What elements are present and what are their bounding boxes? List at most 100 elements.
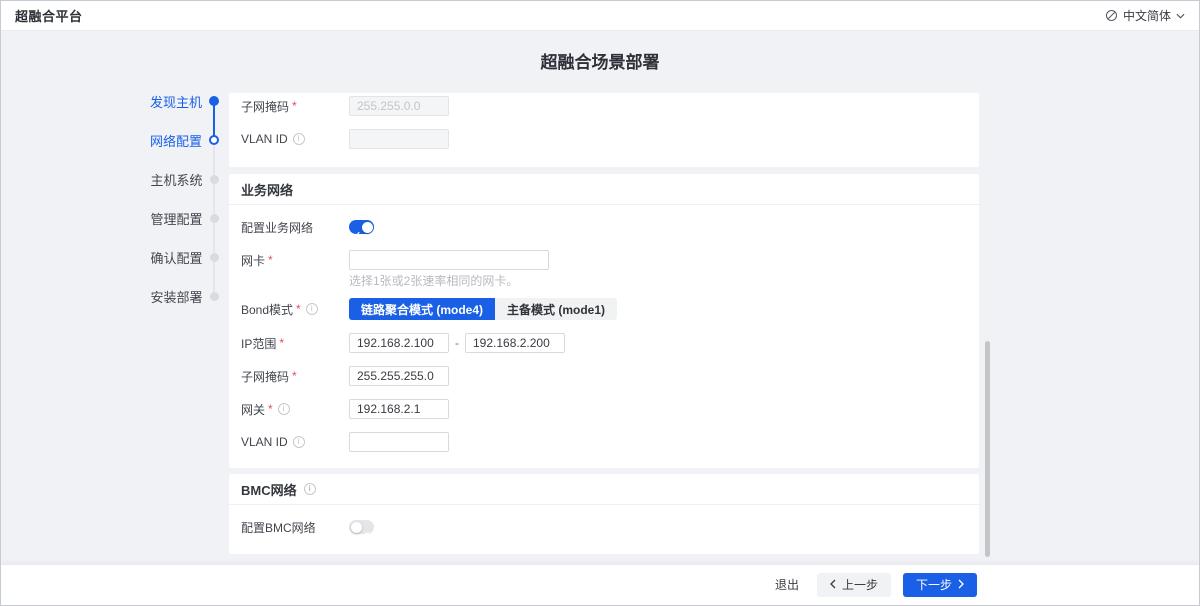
- field-label: 网卡 *: [241, 252, 349, 269]
- ip-range-separator: -: [455, 336, 459, 350]
- field-label-text: 网卡: [241, 252, 265, 269]
- chevron-down-icon: [1176, 13, 1185, 19]
- exit-button[interactable]: 退出: [769, 573, 805, 597]
- card-business-network: 业务网络 配置业务网络 网卡 *: [229, 174, 979, 468]
- bmc-network-form: 配置BMC网络: [229, 505, 979, 537]
- field-label: IP范围 *: [241, 335, 349, 352]
- field-label-text: 配置业务网络: [241, 219, 313, 236]
- page-title: 超融合场景部署: [1, 48, 1199, 73]
- next-step-button[interactable]: 下一步: [903, 573, 977, 597]
- mgmt-vlan-id-input: [349, 129, 449, 149]
- step-label: 网络配置: [150, 131, 202, 150]
- form-row-subnet-mask: 子网掩码 *: [241, 366, 967, 386]
- section-title-bmc-network: BMC网络 i: [229, 474, 979, 505]
- gateway-input[interactable]: [349, 399, 449, 419]
- field-label-text: Bond模式: [241, 301, 293, 318]
- step-item-install-deploy[interactable]: 安装部署: [147, 289, 219, 303]
- step-item-management-config[interactable]: 管理配置: [147, 211, 219, 225]
- step-item-network-config[interactable]: 网络配置: [147, 133, 219, 147]
- bmc-network-toggle[interactable]: [349, 520, 374, 534]
- form-row-gateway: 网关 * i: [241, 399, 967, 419]
- step-label: 安装部署: [150, 287, 202, 306]
- language-globe-icon: [1105, 9, 1118, 22]
- card-bmc-network: BMC网络 i 配置BMC网络: [229, 474, 979, 554]
- topbar: 超融合平台 中文简体: [1, 1, 1199, 31]
- step-dot-current: [209, 135, 219, 145]
- field-label: VLAN ID i: [241, 132, 349, 146]
- deployment-wizard-app: 超融合平台 中文简体 超融合场景部署 发现主机 网络配置 主机系统: [0, 0, 1200, 606]
- field-label: Bond模式 * i: [241, 301, 349, 318]
- business-subnet-mask-input[interactable]: [349, 366, 449, 386]
- business-vlan-id-input[interactable]: [349, 432, 449, 452]
- info-icon[interactable]: i: [306, 303, 318, 315]
- form-row-ip-range: IP范围 * -: [241, 333, 967, 353]
- brand-logo: 超融合平台: [15, 6, 83, 25]
- chevron-left-icon: [830, 579, 836, 591]
- toggle-knob: [362, 222, 373, 233]
- stepper-line: [213, 101, 215, 296]
- field-label-text: VLAN ID: [241, 435, 288, 449]
- check-icon: [354, 224, 360, 242]
- field-label: 子网掩码 *: [241, 368, 349, 385]
- business-network-form: 配置业务网络 网卡 * 选择1张或2张速率相同的网卡。: [229, 205, 979, 452]
- required-asterisk: *: [279, 336, 284, 350]
- wizard-stepper: 发现主机 网络配置 主机系统 管理配置 确认配置 安装部署: [147, 94, 219, 328]
- info-icon[interactable]: i: [293, 436, 305, 448]
- toggle-knob: [351, 522, 362, 533]
- step-label: 确认配置: [150, 248, 202, 267]
- section-title-text: BMC网络: [241, 480, 297, 499]
- field-label-text: 子网掩码: [241, 368, 289, 385]
- section-title-business-network: 业务网络: [229, 174, 979, 205]
- info-icon[interactable]: i: [278, 403, 290, 415]
- chevron-right-icon: [958, 579, 964, 591]
- field-label-text: 网关: [241, 401, 265, 418]
- step-dot-pending: [210, 214, 219, 223]
- form-row-nic: 网卡 *: [241, 250, 967, 270]
- ip-range-start-input[interactable]: [349, 333, 449, 353]
- field-label: 配置BMC网络: [241, 519, 349, 536]
- field-label-text: 子网掩码: [241, 98, 289, 115]
- form-row-bmc-toggle: 配置BMC网络: [241, 517, 967, 537]
- section-title-text: 业务网络: [241, 180, 293, 199]
- ip-range-end-input[interactable]: [465, 333, 565, 353]
- field-label: 子网掩码 *: [241, 98, 349, 115]
- bond-mode1-button[interactable]: 主备模式 (mode1): [495, 298, 617, 320]
- required-asterisk: *: [292, 99, 297, 113]
- bond-mode4-button[interactable]: 链路聚合模式 (mode4): [349, 298, 495, 320]
- form-row-vlan-id: VLAN ID i: [241, 129, 967, 149]
- step-item-host-system[interactable]: 主机系统: [147, 172, 219, 186]
- scrollbar-thumb[interactable]: [985, 341, 990, 557]
- bond-mode-group: 链路聚合模式 (mode4) 主备模式 (mode1): [349, 298, 617, 320]
- info-icon[interactable]: i: [304, 483, 316, 495]
- required-asterisk: *: [268, 253, 273, 267]
- required-asterisk: *: [296, 302, 301, 316]
- wizard-footer: 退出 上一步 下一步: [1, 565, 1199, 605]
- field-label-text: 配置BMC网络: [241, 519, 316, 536]
- field-label-text: IP范围: [241, 335, 276, 352]
- nic-input[interactable]: [349, 250, 549, 270]
- nic-helper-text: 选择1张或2张速率相同的网卡。: [349, 274, 967, 288]
- step-item-confirm-config[interactable]: 确认配置: [147, 250, 219, 264]
- info-icon[interactable]: i: [293, 133, 305, 145]
- required-asterisk: *: [292, 369, 297, 383]
- step-label: 主机系统: [150, 170, 202, 189]
- step-label: 发现主机: [150, 92, 202, 111]
- form-row-vlan-id: VLAN ID i: [241, 432, 967, 452]
- step-item-discover-hosts[interactable]: 发现主机: [147, 94, 219, 108]
- step-dot-pending: [210, 253, 219, 262]
- step-dot-done: [209, 96, 219, 106]
- required-asterisk: *: [268, 402, 273, 416]
- step-dot-pending: [210, 292, 219, 301]
- cross-icon: [364, 524, 370, 542]
- step-label: 管理配置: [150, 209, 202, 228]
- card-management-network: 子网掩码 * VLAN ID i: [229, 93, 979, 167]
- prev-step-button[interactable]: 上一步: [817, 573, 891, 597]
- form-row-business-toggle: 配置业务网络: [241, 217, 967, 237]
- business-network-toggle[interactable]: [349, 220, 374, 234]
- prev-step-label: 上一步: [842, 579, 878, 591]
- language-label: 中文简体: [1123, 7, 1171, 24]
- field-label: 配置业务网络: [241, 219, 349, 236]
- step-dot-pending: [210, 175, 219, 184]
- language-selector[interactable]: 中文简体: [1105, 7, 1185, 24]
- field-label: VLAN ID i: [241, 435, 349, 449]
